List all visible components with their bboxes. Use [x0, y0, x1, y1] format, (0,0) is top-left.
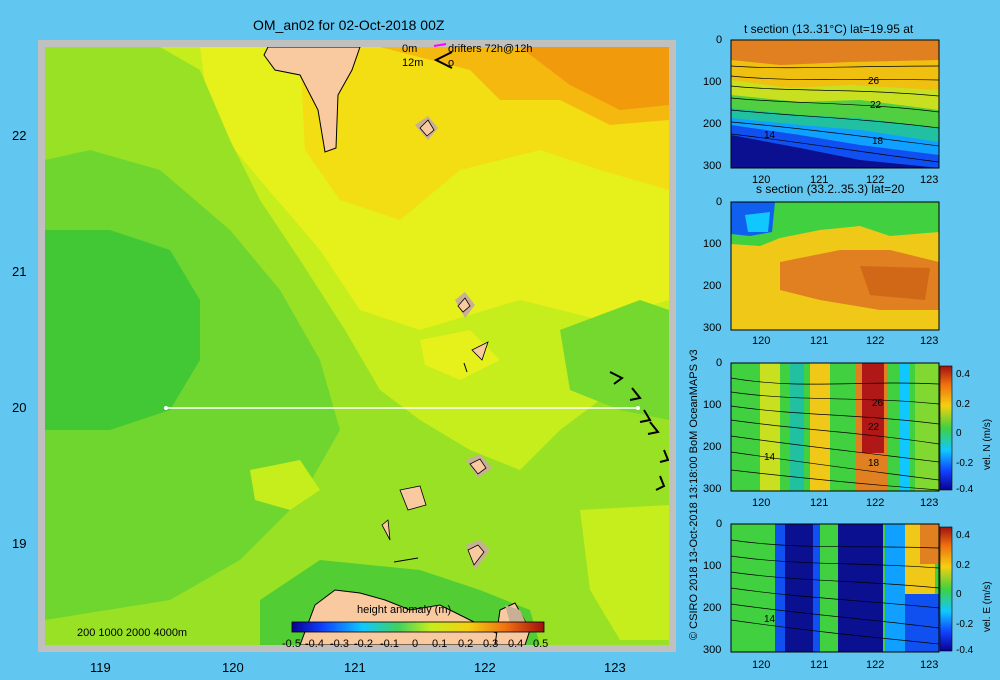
- svg-text:18: 18: [872, 136, 884, 147]
- svg-text:26: 26: [868, 76, 880, 87]
- s-section-panel[interactable]: [730, 201, 940, 331]
- svg-text:14: 14: [764, 614, 776, 625]
- svg-text:14: 14: [764, 452, 776, 463]
- vel-n-panel[interactable]: [730, 362, 953, 492]
- vel-e-panel[interactable]: [730, 523, 953, 653]
- vel-e-colorbar: [939, 526, 953, 652]
- svg-text:14: 14: [764, 130, 776, 141]
- vel-n-colorbar: [939, 365, 953, 491]
- t-section-title: t section (13..31°C) lat=19.95 at: [744, 22, 914, 36]
- vel-n-label: vel. N (m/s): [982, 418, 993, 470]
- svg-text:22: 22: [870, 100, 882, 111]
- t-section-panel[interactable]: [730, 39, 940, 169]
- svg-text:18: 18: [868, 458, 880, 469]
- vel-e-label: vel. E (m/s): [982, 581, 993, 632]
- svg-text:26: 26: [872, 398, 884, 409]
- right-panels: 26 22 18 14 26 22 18 14 14: [730, 39, 953, 653]
- svg-text:22: 22: [868, 422, 880, 433]
